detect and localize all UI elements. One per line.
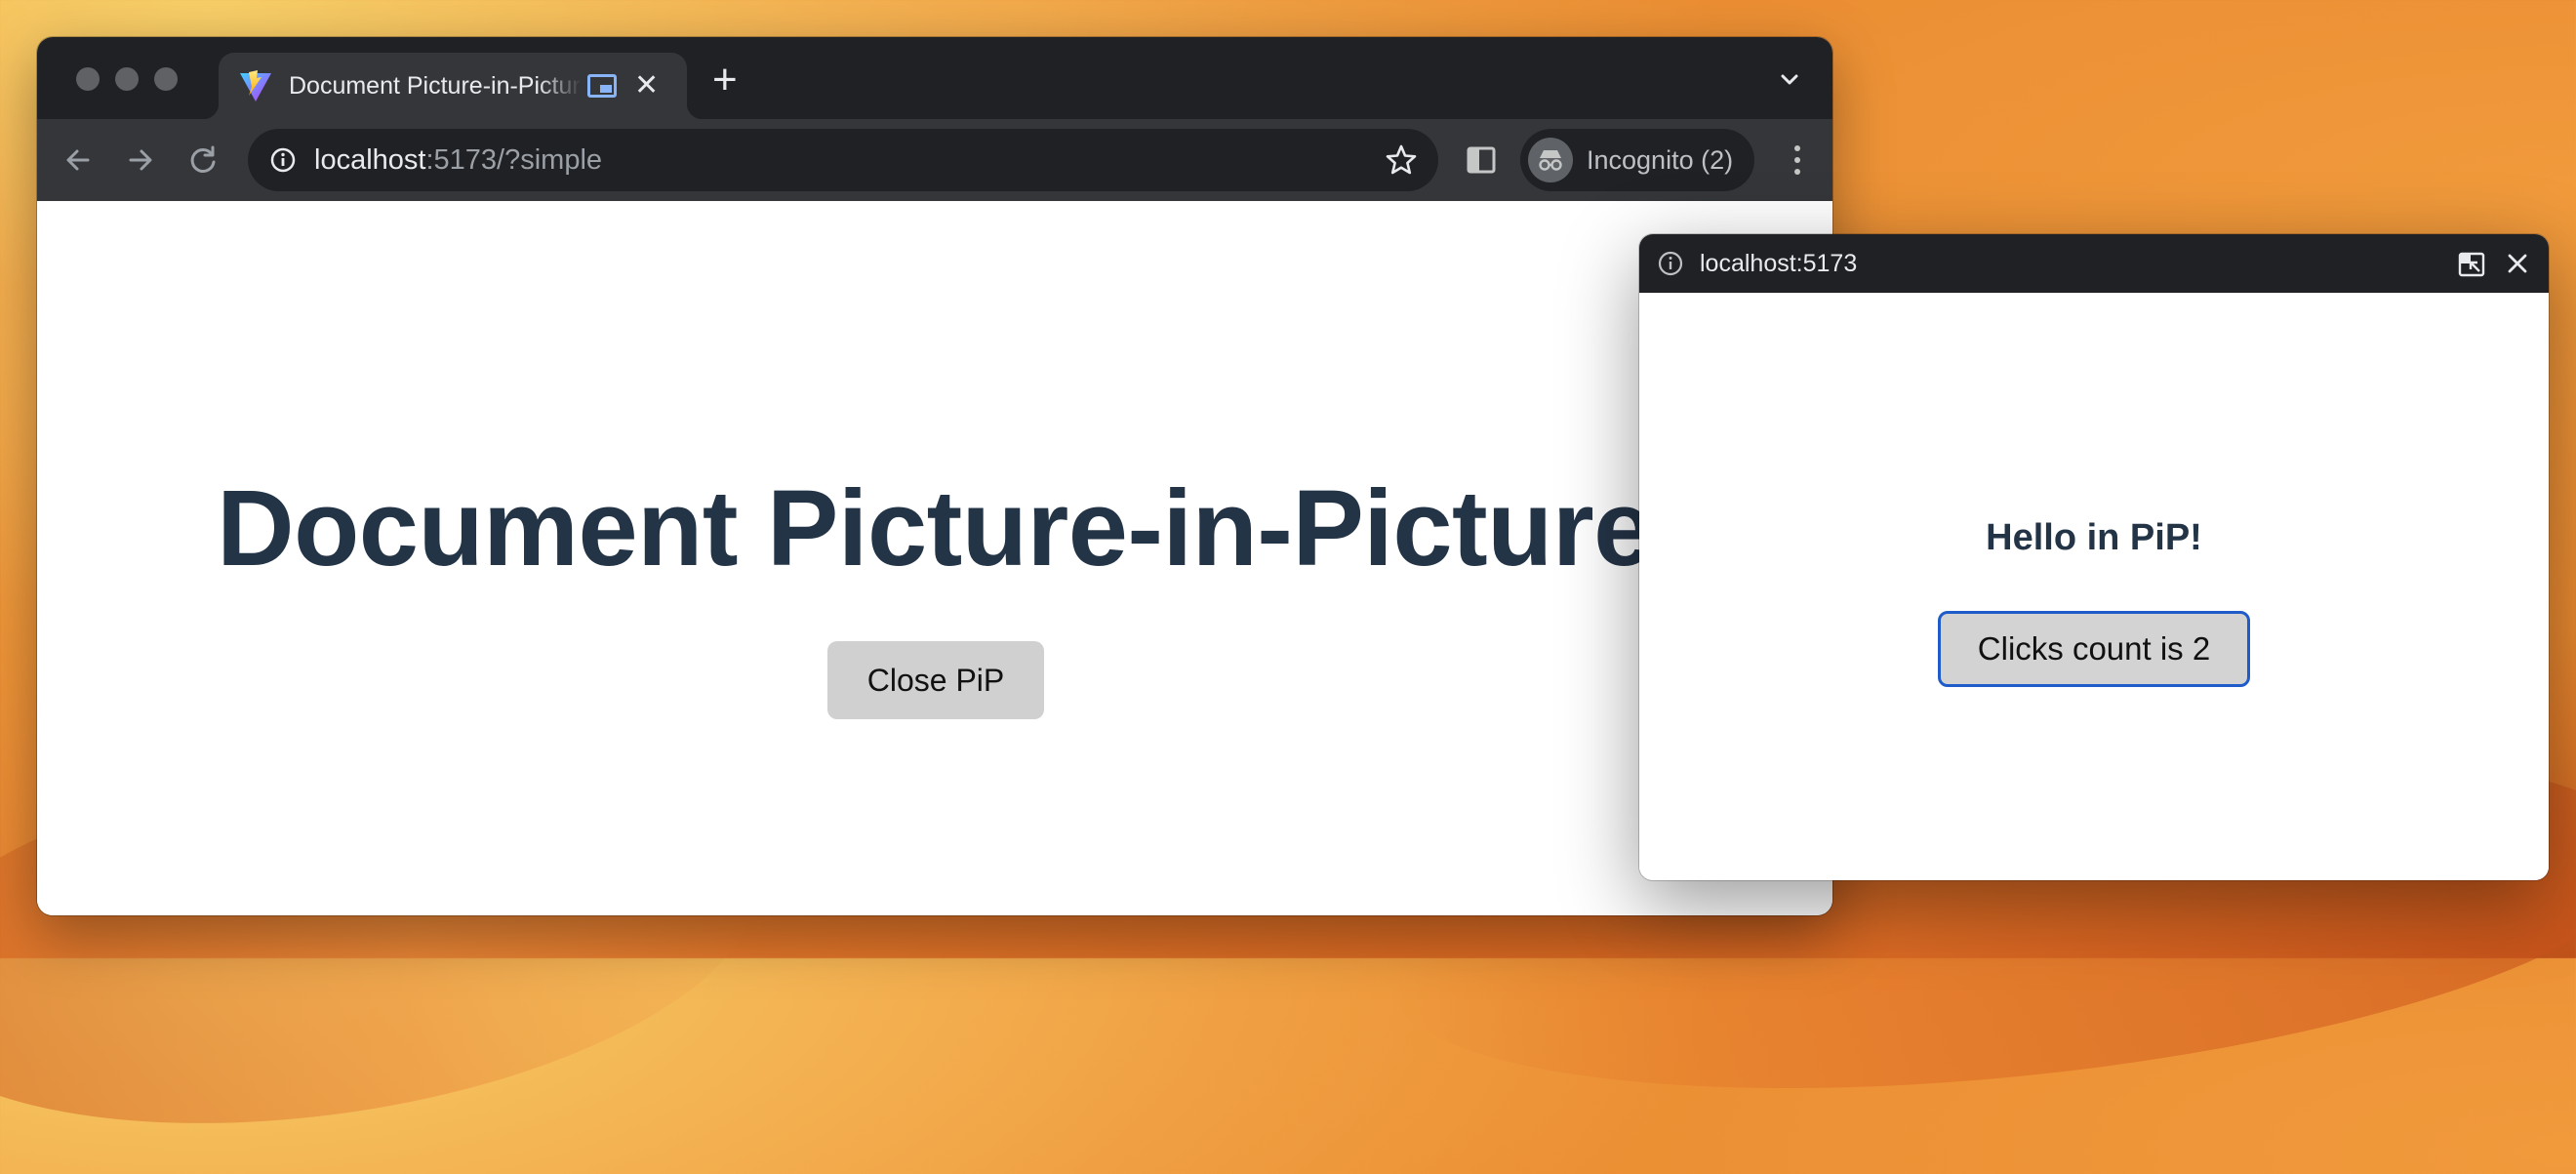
window-controls: [76, 67, 178, 91]
close-window-button[interactable]: [76, 67, 100, 91]
pip-window: localhost:5173 Hello in PiP! Clicks coun…: [1639, 234, 2549, 880]
profile-button[interactable]: Incognito (2): [1520, 129, 1754, 191]
page-title: Document Picture-in-Picture: [217, 468, 1653, 588]
tab-active[interactable]: Document Picture-in-Picture ✕: [203, 53, 703, 119]
pip-title-bar: localhost:5173: [1639, 234, 2549, 293]
menu-dots-icon[interactable]: [1790, 141, 1805, 180]
profile-label: Incognito (2): [1587, 144, 1734, 175]
info-icon[interactable]: [1657, 250, 1684, 277]
close-pip-button[interactable]: Close PiP: [827, 641, 1044, 719]
browser-window: Document Picture-in-Picture ✕ + localhos…: [37, 37, 1832, 915]
minimize-window-button[interactable]: [115, 67, 139, 91]
url-text[interactable]: localhost:5173/?simple: [314, 144, 602, 177]
incognito-icon: [1528, 138, 1573, 182]
pip-content: Hello in PiP! Clicks count is 2: [1639, 293, 2549, 880]
star-icon[interactable]: [1384, 142, 1419, 178]
back-to-tab-icon[interactable]: [2457, 250, 2486, 279]
url-host: localhost: [314, 143, 426, 176]
side-panel-icon[interactable]: [1464, 142, 1499, 178]
reload-icon[interactable]: [185, 142, 221, 178]
pip-indicator-icon: [587, 74, 617, 98]
browser-toolbar: localhost:5173/?simple Incognito (2): [37, 119, 1832, 201]
page-content: Document Picture-in-Picture Close PiP: [37, 201, 1832, 915]
tab-search-icon[interactable]: [1776, 66, 1803, 94]
clicks-count-button[interactable]: Clicks count is 2: [1938, 611, 2250, 687]
close-icon[interactable]: [2504, 250, 2531, 277]
pip-url: localhost:5173: [1700, 249, 1858, 277]
tab-close-button[interactable]: ✕: [634, 71, 659, 101]
back-arrow-icon[interactable]: [60, 142, 96, 178]
url-path: :5173/?simple: [425, 143, 603, 176]
address-bar[interactable]: localhost:5173/?simple: [248, 129, 1438, 191]
zoom-window-button[interactable]: [154, 67, 178, 91]
tab-title: Document Picture-in-Picture: [289, 71, 582, 100]
pip-heading: Hello in PiP!: [1986, 517, 2202, 558]
favicon-vite-icon: [240, 70, 271, 101]
info-icon[interactable]: [269, 146, 297, 174]
new-tab-button[interactable]: +: [712, 59, 738, 101]
tab-strip: Document Picture-in-Picture ✕ +: [37, 37, 1832, 119]
forward-arrow-icon[interactable]: [123, 142, 158, 178]
